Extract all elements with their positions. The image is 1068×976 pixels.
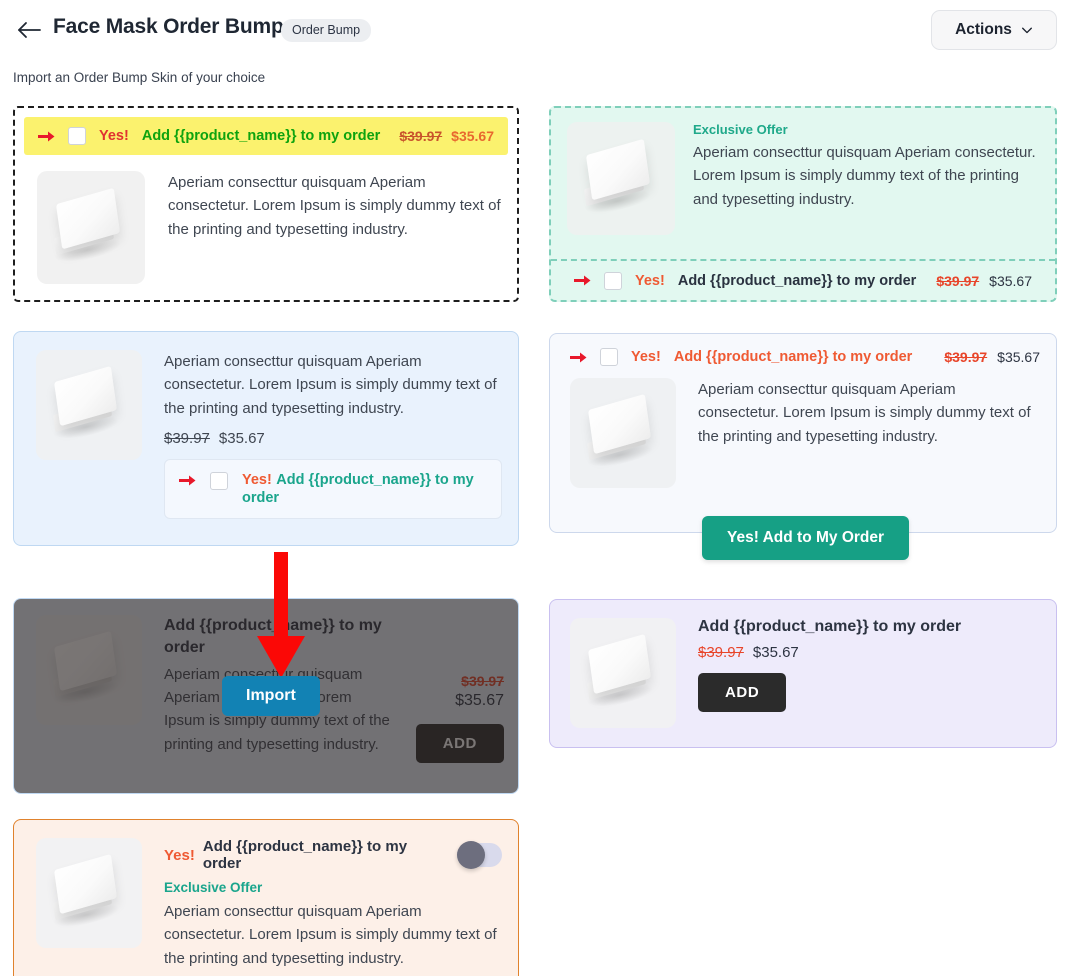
product-image <box>36 350 142 460</box>
offer-toggle[interactable] <box>457 841 502 869</box>
red-arrow-right-icon <box>38 131 55 141</box>
offer-headline-row: Yes! Add {{product_name}} to my order <box>164 838 502 872</box>
offer-text: Add {{product_name}} to my order <box>673 349 913 365</box>
offer-checkbox[interactable] <box>604 271 622 290</box>
price-group: $39.97 $35.67 <box>936 273 1032 289</box>
exclusive-offer-label: Exclusive Offer <box>693 122 788 137</box>
offer-bar[interactable]: Yes! Add {{product_name}} to my order $3… <box>550 334 1056 366</box>
card-body: Add {{product_name}} to my order $39.97 … <box>550 600 1056 728</box>
card-text-block: Aperiam consecttur quisquam Aperiam cons… <box>164 350 502 519</box>
offer-bar[interactable]: Yes! Add {{product_name}} to my order <box>164 458 502 519</box>
red-arrow-right-icon <box>574 275 591 286</box>
page-subtitle: Import an Order Bump Skin of your choice <box>13 70 266 85</box>
actions-button[interactable]: Actions <box>931 10 1057 50</box>
skin-card-lavender[interactable]: Add {{product_name}} to my order $39.97 … <box>549 599 1057 748</box>
add-button[interactable]: ADD <box>698 673 787 712</box>
product-image <box>567 122 675 235</box>
price-original: $39.97 <box>944 349 988 365</box>
pointer-arrow-annotation <box>257 552 305 678</box>
offer-bar[interactable]: Yes! Add {{product_name}} to my order $3… <box>551 259 1055 300</box>
offer-text: Add {{product_name}} to my order <box>677 272 917 289</box>
card-body: Exclusive Offer Aperiam consecttur quisq… <box>551 108 1055 235</box>
yes-label: Yes! <box>164 846 195 864</box>
price-original: $39.97 <box>698 644 744 661</box>
skin-card-cream-toggle[interactable]: Yes! Add {{product_name}} to my order Ex… <box>13 819 519 976</box>
skin-card-light-blue[interactable]: Aperiam consecttur quisquam Aperiam cons… <box>13 331 519 546</box>
offer-text: Add {{product_name}} to my order <box>202 838 408 872</box>
card-body: Aperiam consecttur quisquam Aperiam cons… <box>550 366 1056 488</box>
price-discounted: $35.67 <box>451 128 494 144</box>
offer-title: Add {{product_name}} to my order <box>698 618 962 635</box>
product-description: Aperiam consecttur quisquam Aperiam cons… <box>693 144 1036 208</box>
red-arrow-right-icon <box>179 475 196 486</box>
price-original: $39.97 <box>164 429 210 447</box>
price-group: $39.97 $35.67 <box>944 349 1040 365</box>
offer-text: Add {{product_name}} to my order <box>141 128 381 144</box>
yes-label: Yes! <box>631 349 661 365</box>
product-description: Aperiam consecttur quisquam Aperiam cons… <box>164 903 497 967</box>
price-discounted: $35.67 <box>989 272 1032 289</box>
price-discounted: $35.67 <box>218 429 265 447</box>
price-group: $39.97 $35.67 <box>164 430 502 447</box>
toggle-knob <box>457 841 485 869</box>
card-text-block: Exclusive Offer Aperiam consecttur quisq… <box>693 122 1039 235</box>
offer-checkbox[interactable] <box>68 127 86 145</box>
app-root: Face Mask Order Bump Order Bump Actions … <box>0 0 1068 976</box>
card-text-block: Yes! Add {{product_name}} to my order Ex… <box>164 838 502 970</box>
product-description: Aperiam consecttur quisquam Aperiam cons… <box>168 174 501 238</box>
card-body: Yes! Add {{product_name}} to my order Ex… <box>14 820 518 970</box>
offer-checkbox[interactable] <box>210 471 228 490</box>
page-title: Face Mask Order Bump <box>53 15 284 38</box>
card-body: Aperiam consecttur quisquam Aperiam cons… <box>14 332 518 519</box>
product-description: Aperiam consecttur quisquam Aperiam cons… <box>698 381 1031 445</box>
price-discounted: $35.67 <box>997 349 1040 365</box>
product-image <box>37 171 145 284</box>
product-description: Aperiam consecttur quisquam Aperiam cons… <box>164 353 497 417</box>
yes-label: Yes! <box>99 128 129 144</box>
offer-bar[interactable]: Yes! Add {{product_name}} to my order $3… <box>24 117 508 155</box>
actions-button-label: Actions <box>955 21 1012 38</box>
add-to-order-button[interactable]: Yes! Add to My Order <box>702 516 910 560</box>
product-image <box>36 838 142 948</box>
price-discounted: $35.67 <box>752 644 799 661</box>
import-button[interactable]: Import <box>222 676 320 716</box>
card-body: Aperiam consecttur quisquam Aperiam cons… <box>15 164 517 284</box>
product-image <box>570 378 676 488</box>
page-header: Face Mask Order Bump Order Bump Actions <box>0 0 1068 60</box>
product-image <box>570 618 676 728</box>
price-original: $39.97 <box>399 128 443 144</box>
card-text-block: Add {{product_name}} to my order $39.97 … <box>698 618 961 728</box>
skin-card-mint-dashed[interactable]: Exclusive Offer Aperiam consecttur quisq… <box>549 106 1057 302</box>
exclusive-offer-label: Exclusive Offer <box>164 880 263 895</box>
skin-card-teal-cta[interactable]: Yes! Add {{product_name}} to my order $3… <box>549 333 1057 560</box>
back-arrow-icon <box>18 22 41 38</box>
price-group: $39.97 $35.67 <box>698 644 961 661</box>
skin-card-yellow-dashed[interactable]: Yes! Add {{product_name}} to my order $3… <box>13 106 519 302</box>
offer-checkbox[interactable] <box>600 348 618 366</box>
chevron-down-icon <box>1021 27 1032 34</box>
red-arrow-right-icon <box>570 352 587 362</box>
yes-label: Yes! <box>242 471 272 488</box>
price-original: $39.97 <box>936 272 980 289</box>
price-group: $39.97 $35.67 <box>399 128 494 144</box>
offer-text: Add {{product_name}} to my order <box>242 471 474 506</box>
offer-text-wrap: Yes! Add {{product_name}} to my order <box>242 471 487 507</box>
status-badge: Order Bump <box>281 19 372 42</box>
yes-label: Yes! <box>635 272 665 289</box>
back-button[interactable] <box>14 16 44 44</box>
